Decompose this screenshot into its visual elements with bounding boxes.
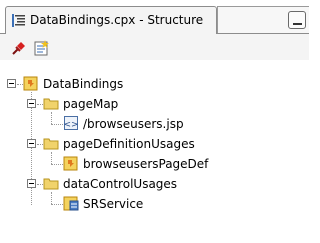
- folder-icon: [43, 135, 59, 151]
- tree-node-databindings[interactable]: DataBindings: [43, 75, 123, 93]
- minimize-button[interactable]: [288, 11, 306, 29]
- structure-toolbar: [0, 34, 309, 60]
- tree-node-pagemap[interactable]: pageMap: [63, 95, 118, 113]
- jsp-page-icon: <>: [63, 115, 79, 131]
- tab-structure[interactable]: DataBindings.cpx - Structure: [5, 6, 217, 34]
- folder-icon: [43, 175, 59, 191]
- collapse-toggle-pagemap[interactable]: [27, 99, 36, 108]
- tab-bar: DataBindings.cpx - Structure: [0, 0, 309, 34]
- structure-tree: DataBindings pageMap <> /browseusers.jsp…: [0, 60, 309, 243]
- pin-icon[interactable]: [10, 39, 28, 57]
- tree-node-browseuserspagedef[interactable]: browseusersPageDef: [83, 155, 208, 173]
- folder-icon: [43, 95, 59, 111]
- pagedef-icon: [63, 155, 79, 171]
- tab-title: DataBindings.cpx - Structure: [30, 13, 204, 27]
- collapse-toggle-databindings[interactable]: [7, 79, 16, 88]
- tree-node-browseusers-jsp[interactable]: /browseusers.jsp: [83, 115, 184, 133]
- datacontrol-icon: [63, 195, 79, 211]
- databindings-icon: [23, 75, 39, 91]
- properties-icon[interactable]: [33, 39, 51, 57]
- tree-node-datacontrolusages[interactable]: dataControlUsages: [63, 175, 177, 193]
- collapse-toggle-pagedefinitionusages[interactable]: [27, 139, 36, 148]
- structure-list-icon: [12, 14, 26, 27]
- collapse-toggle-datacontrolusages[interactable]: [27, 179, 36, 188]
- svg-text:<>: <>: [63, 120, 78, 130]
- tree-node-srservice[interactable]: SRService: [83, 195, 143, 213]
- tree-node-pagedefinitionusages[interactable]: pageDefinitionUsages: [63, 135, 195, 153]
